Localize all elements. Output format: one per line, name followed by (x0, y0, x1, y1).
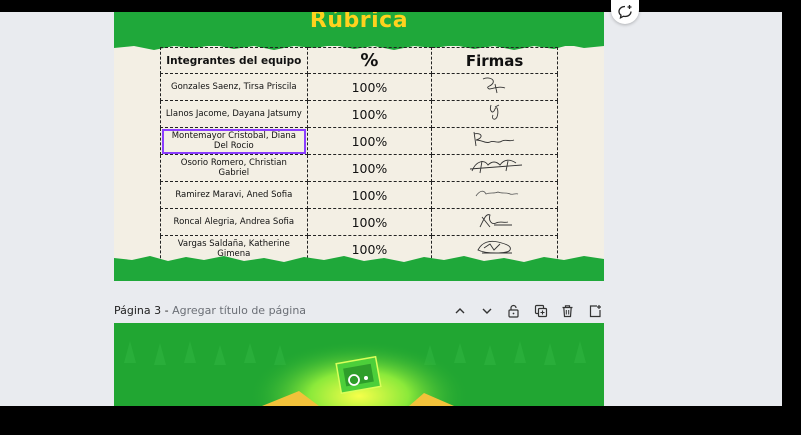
table-row: Osorio Romero, Christian Gabriel 100% (160, 154, 558, 182)
add-page-icon (589, 304, 601, 317)
move-page-down-button[interactable] (477, 301, 496, 320)
table-row: Montemayor Cristobal, Diana Del Rocio 10… (160, 127, 558, 155)
member-name[interactable]: Roncal Alegria, Andrea Sofia (160, 208, 308, 236)
add-comment-icon (618, 5, 632, 19)
member-name-selected[interactable]: Montemayor Cristobal, Diana Del Rocio (160, 127, 308, 155)
header-percent: % (306, 47, 433, 74)
signature-image[interactable] (431, 100, 558, 128)
member-percent[interactable]: 100% (306, 100, 433, 128)
member-percent[interactable]: 100% (306, 127, 433, 155)
signature-image[interactable] (431, 73, 558, 101)
add-page-title-link[interactable]: Agregar título de página (172, 304, 306, 317)
page-2-design[interactable]: Rúbrica Integrantes del equipo % Firmas … (114, 12, 604, 281)
member-name[interactable]: Osorio Romero, Christian Gabriel (160, 154, 308, 182)
signature-image[interactable] (431, 208, 558, 236)
move-page-up-button[interactable] (450, 301, 469, 320)
member-percent[interactable]: 100% (306, 73, 433, 101)
member-percent[interactable]: 100% (306, 208, 433, 236)
bottom-green-band (114, 262, 604, 281)
lock-page-button[interactable] (504, 301, 523, 320)
member-percent[interactable]: 100% (306, 154, 433, 182)
page-label: Página 3 - Agregar título de página (114, 304, 306, 317)
duplicate-icon (534, 304, 547, 317)
page-3-design[interactable] (114, 323, 604, 406)
trash-icon (562, 304, 573, 317)
signature-image[interactable] (431, 127, 558, 155)
rubric-table[interactable]: Integrantes del equipo % Firmas Gonzales… (160, 47, 558, 263)
member-name[interactable]: Llanos Jacome, Dayana Jatsumy (160, 100, 308, 128)
chevron-up-icon (455, 307, 464, 313)
header-signatures: Firmas (431, 47, 558, 74)
add-page-button[interactable] (585, 301, 604, 320)
page-tools (450, 301, 604, 321)
table-row: Gonzales Saenz, Tirsa Priscila 100% (160, 73, 558, 101)
signature-image[interactable] (431, 181, 558, 209)
page-number-label: Página 3 - (114, 304, 169, 317)
lock-icon (508, 304, 519, 318)
table-row: Roncal Alegria, Andrea Sofia 100% (160, 208, 558, 236)
chevron-down-icon (482, 308, 491, 314)
table-header-row: Integrantes del equipo % Firmas (160, 47, 558, 74)
member-percent[interactable]: 100% (306, 181, 433, 209)
page-title: Rúbrica (309, 12, 409, 33)
table-row: Llanos Jacome, Dayana Jatsumy 100% (160, 100, 558, 128)
signature-image[interactable] (431, 154, 558, 182)
delete-page-button[interactable] (558, 301, 577, 320)
page-3-artwork (114, 323, 604, 406)
editor-canvas: Rúbrica Integrantes del equipo % Firmas … (0, 12, 782, 406)
member-name[interactable]: Ramirez Maravi, Aned Sofia (160, 181, 308, 209)
page-3-header: Página 3 - Agregar título de página (114, 301, 604, 321)
table-row: Ramirez Maravi, Aned Sofia 100% (160, 181, 558, 209)
header-members: Integrantes del equipo (160, 47, 308, 74)
window-edge (782, 12, 801, 406)
duplicate-page-button[interactable] (531, 301, 550, 320)
member-name[interactable]: Gonzales Saenz, Tirsa Priscila (160, 73, 308, 101)
